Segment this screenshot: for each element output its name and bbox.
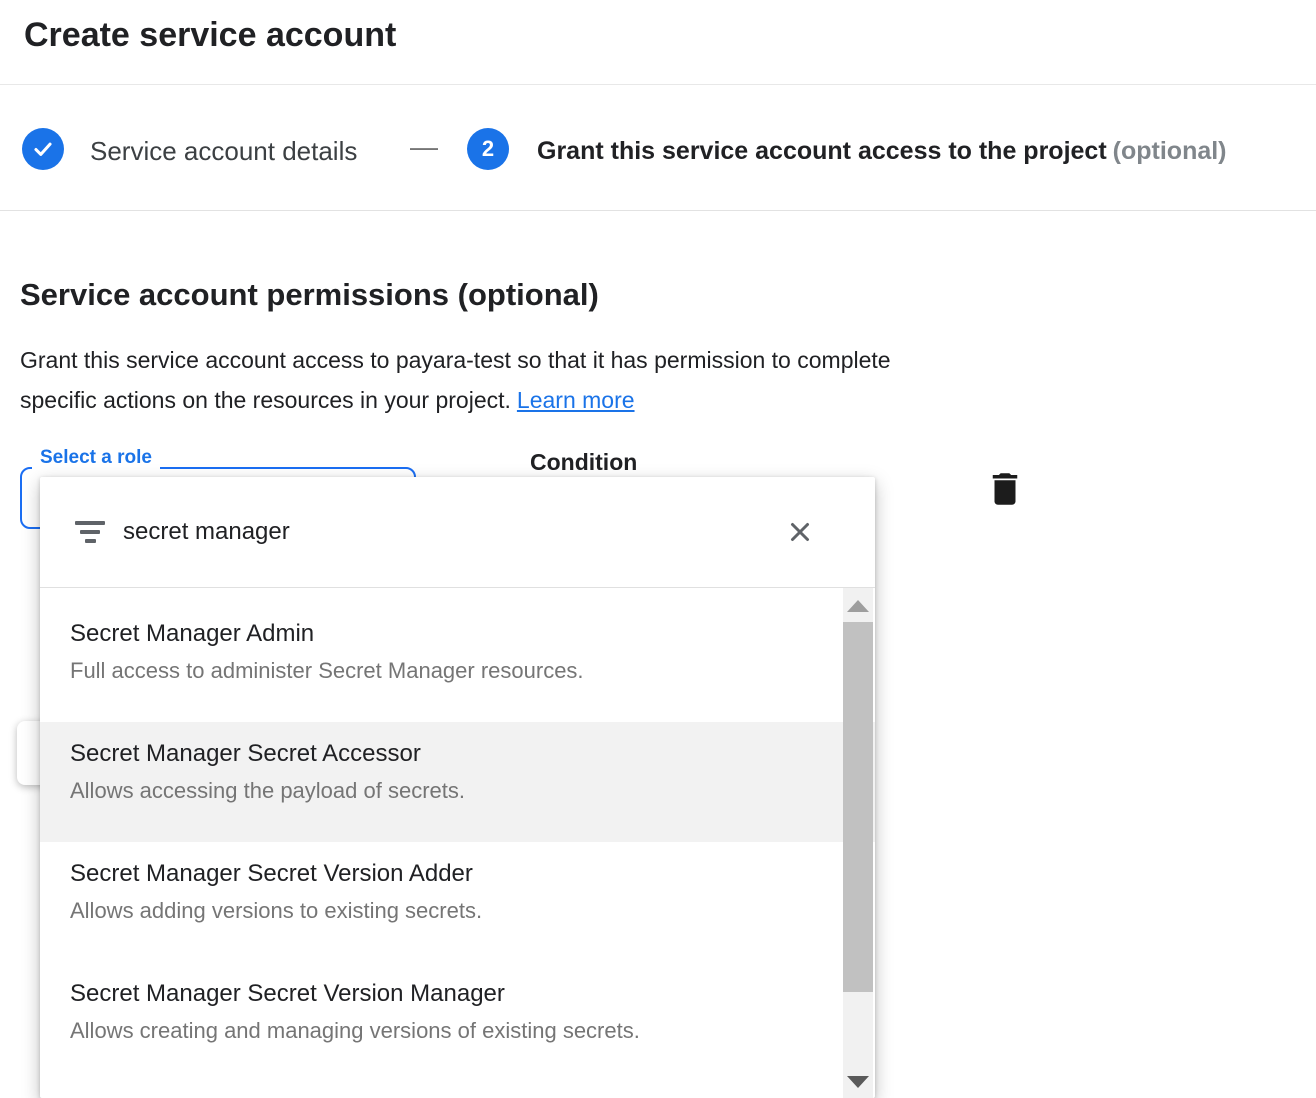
role-option-secret-version-manager[interactable]: Secret Manager Secret Version Manager Al…: [40, 962, 875, 1082]
learn-more-link[interactable]: Learn more: [517, 387, 635, 413]
role-option-secret-manager-admin[interactable]: Secret Manager Admin Full access to admi…: [40, 602, 875, 722]
description-line-2: specific actions on the resources in you…: [20, 380, 891, 420]
dropdown-scrollbar[interactable]: [843, 588, 873, 1098]
role-option-title: Secret Manager Secret Version Adder: [70, 860, 795, 888]
step-2-label-text: Grant this service account access to the…: [537, 137, 1107, 165]
step-2-number: 2: [482, 136, 494, 162]
filter-icon: [75, 521, 105, 543]
role-option-description: Allows adding versions to existing secre…: [70, 898, 795, 924]
stepper-separator: —: [410, 131, 438, 163]
step-2-number-badge[interactable]: 2: [467, 128, 509, 170]
role-option-description: Full access to administer Secret Manager…: [70, 658, 795, 684]
step-1-label[interactable]: Service account details: [90, 135, 357, 167]
header-divider: [0, 84, 1316, 85]
close-icon: [785, 517, 817, 547]
role-option-description: Allows creating and managing versions of…: [70, 1018, 795, 1044]
section-description: Grant this service account access to pay…: [20, 340, 891, 420]
step-1-complete-badge[interactable]: [22, 128, 64, 170]
role-option-secret-version-adder[interactable]: Secret Manager Secret Version Adder Allo…: [40, 842, 875, 962]
role-option-title: Secret Manager Secret Version Manager: [70, 980, 795, 1008]
scrollbar-thumb[interactable]: [843, 622, 873, 992]
description-line-2-text: specific actions on the resources in you…: [20, 387, 511, 413]
role-option-description: Allows accessing the payload of secrets.: [70, 778, 795, 804]
delete-role-button[interactable]: [984, 468, 1026, 510]
triangle-down-icon[interactable]: [847, 1076, 869, 1088]
role-dropdown-menu: Secret Manager Admin Full access to admi…: [40, 477, 875, 1098]
step-2-label: Grant this service account access to the…: [537, 134, 1227, 168]
trash-icon: [984, 468, 1026, 510]
step-2-optional-text: (optional): [1113, 137, 1227, 165]
select-role-label: Select a role: [32, 446, 160, 470]
role-option-title: Secret Manager Admin: [70, 620, 795, 648]
clear-filter-button[interactable]: [785, 516, 817, 548]
role-option-secret-accessor[interactable]: Secret Manager Secret Accessor Allows ac…: [40, 722, 875, 842]
condition-label: Condition: [530, 449, 637, 476]
role-option-title: Secret Manager Secret Accessor: [70, 740, 795, 768]
role-filter-input[interactable]: [123, 518, 785, 546]
check-icon: [30, 136, 56, 162]
stepper-divider: [0, 210, 1316, 211]
description-line-1: Grant this service account access to pay…: [20, 340, 891, 380]
triangle-up-icon[interactable]: [847, 600, 869, 612]
role-filter-row: [40, 477, 875, 587]
section-heading: Service account permissions (optional): [20, 277, 599, 313]
page-title: Create service account: [24, 16, 396, 55]
role-list: Secret Manager Admin Full access to admi…: [40, 588, 875, 1082]
